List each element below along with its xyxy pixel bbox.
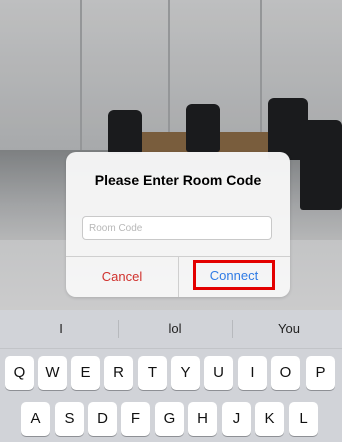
predictive-bar: I lol You	[0, 310, 342, 349]
key-k[interactable]: K	[255, 402, 284, 436]
room-code-dialog: Please Enter Room Code Cancel Connect	[66, 152, 290, 297]
key-i[interactable]: I	[238, 356, 267, 390]
key-u[interactable]: U	[204, 356, 233, 390]
key-y[interactable]: Y	[171, 356, 200, 390]
key-w[interactable]: W	[38, 356, 67, 390]
key-h[interactable]: H	[188, 402, 217, 436]
key-o[interactable]: O	[271, 356, 300, 390]
dialog-title: Please Enter Room Code	[94, 172, 262, 188]
key-a[interactable]: A	[21, 402, 50, 436]
key-f[interactable]: F	[121, 402, 150, 436]
key-r[interactable]: R	[104, 356, 133, 390]
keyboard: I lol You Q W E R T Y U I O P A S D F G …	[0, 310, 342, 442]
key-s[interactable]: S	[55, 402, 84, 436]
key-e[interactable]: E	[71, 356, 100, 390]
key-t[interactable]: T	[138, 356, 167, 390]
dialog-button-divider	[178, 256, 179, 297]
key-p[interactable]: P	[306, 356, 335, 390]
cancel-button[interactable]: Cancel	[66, 257, 178, 297]
suggestion-item[interactable]: I	[4, 310, 118, 348]
key-j[interactable]: J	[222, 402, 251, 436]
suggestion-item[interactable]: You	[232, 310, 342, 348]
key-q[interactable]: Q	[5, 356, 34, 390]
key-g[interactable]: G	[155, 402, 184, 436]
connect-button[interactable]: Connect	[193, 260, 275, 290]
suggestion-item[interactable]: lol	[118, 310, 232, 348]
key-l[interactable]: L	[289, 402, 318, 436]
key-d[interactable]: D	[88, 402, 117, 436]
room-code-input[interactable]	[82, 216, 272, 240]
